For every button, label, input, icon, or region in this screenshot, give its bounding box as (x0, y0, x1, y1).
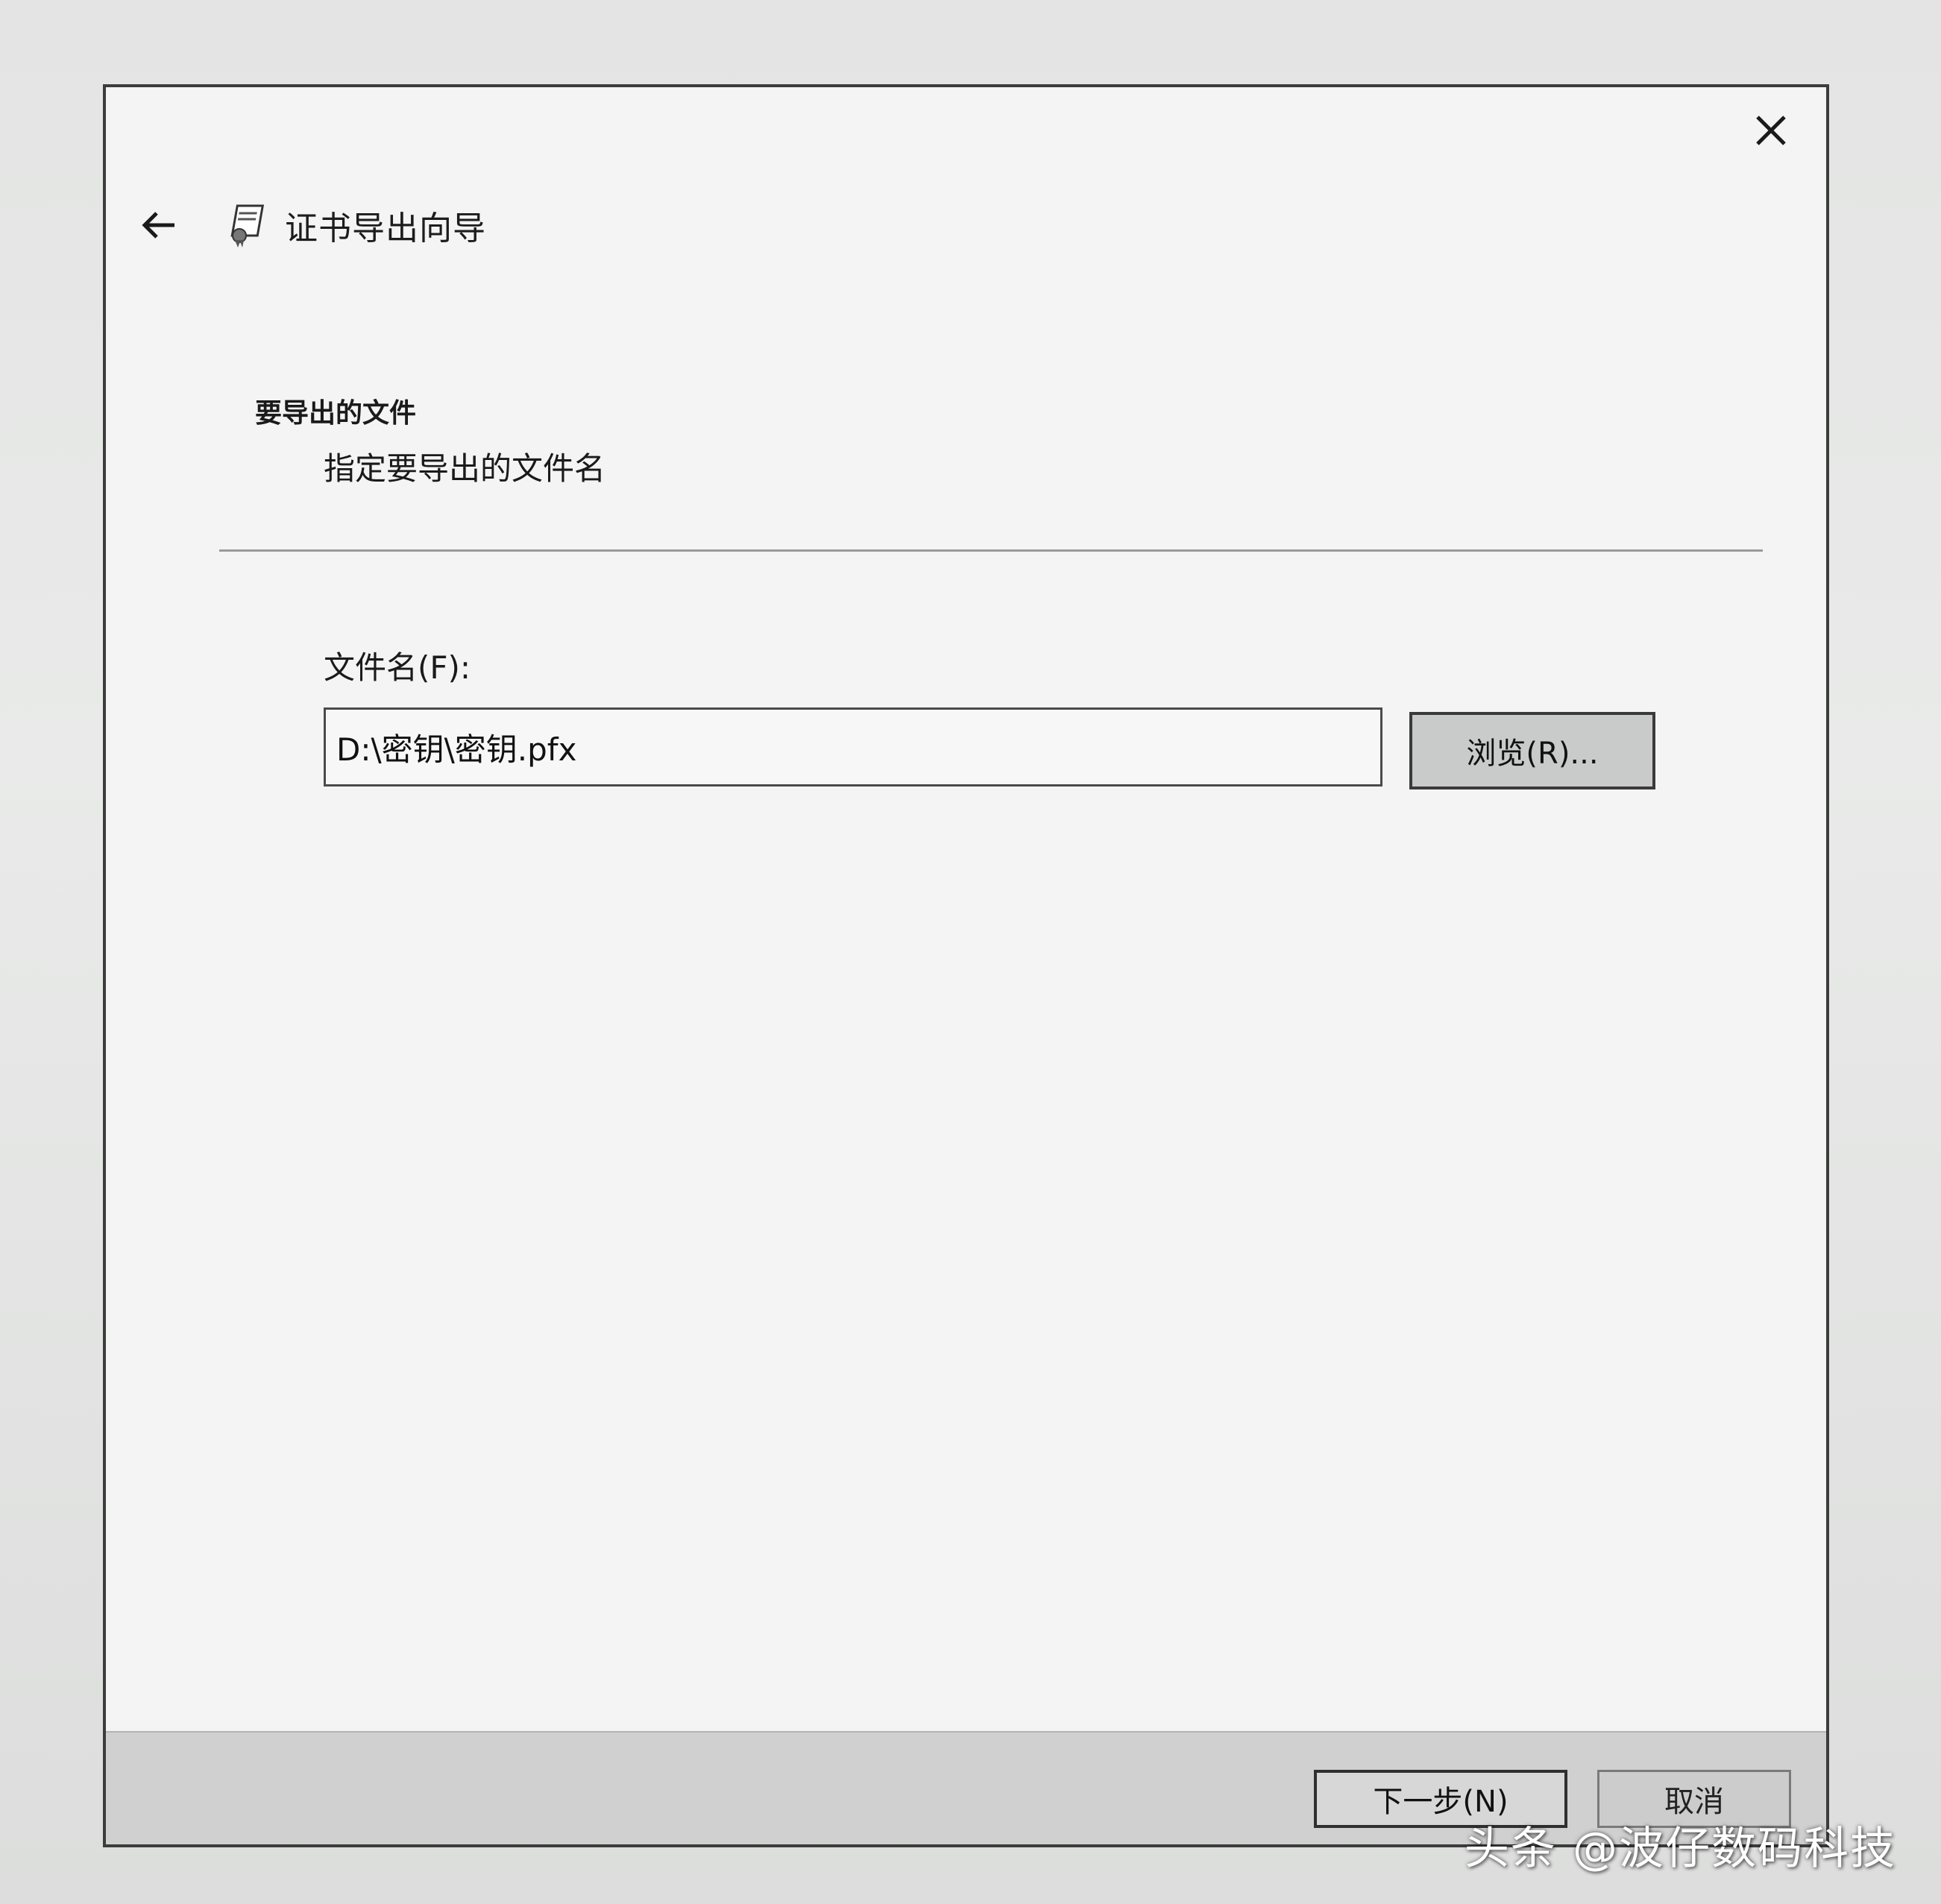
certificate-export-wizard-dialog: 证书导出向导 要导出的文件 指定要导出的文件名 文件名(F): 浏览(R)...… (103, 84, 1829, 1847)
back-button[interactable] (133, 199, 185, 251)
section-title: 要导出的文件 (255, 398, 417, 429)
file-name-input[interactable] (324, 707, 1382, 786)
file-name-label: 文件名(F): (324, 649, 471, 686)
back-arrow-icon (142, 212, 174, 239)
screenshot-page: 证书导出向导 要导出的文件 指定要导出的文件名 文件名(F): 浏览(R)...… (0, 0, 1941, 1904)
wizard-header: 证书导出向导 (133, 199, 486, 251)
section-subtitle: 指定要导出的文件名 (324, 450, 606, 487)
header-divider (219, 549, 1763, 552)
certificate-icon (222, 199, 274, 251)
watermark-text: 头条 @波仔数码科技 (1464, 1823, 1896, 1875)
browse-button[interactable]: 浏览(R)... (1409, 712, 1655, 789)
wizard-title: 证书导出向导 (285, 209, 486, 248)
close-icon (1756, 116, 1786, 145)
close-button[interactable] (1741, 101, 1801, 160)
